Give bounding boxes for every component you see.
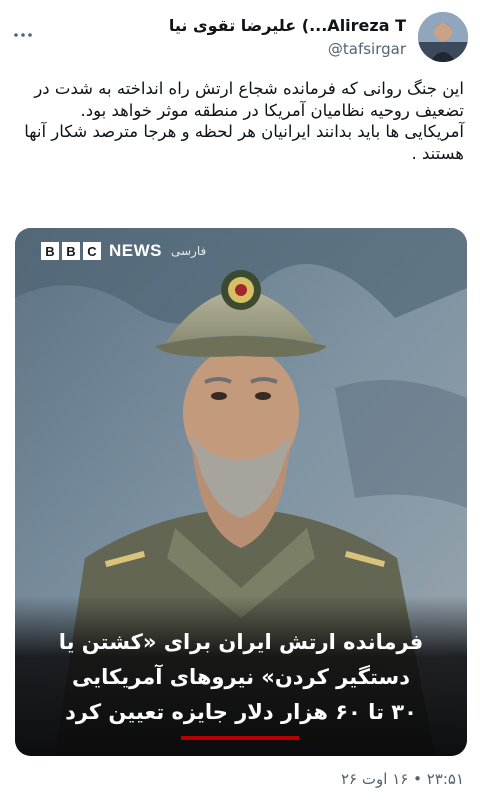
accent-underline xyxy=(181,736,299,740)
headline-line: فرمانده ارتش ایران برای «کشتن یا xyxy=(58,630,424,654)
headline-line: دستگیر کردن» نیروهای آمریکایی xyxy=(72,665,410,689)
tweet-paragraph: این جنگ روانی که فرمانده شجاع ارتش راه ا… xyxy=(34,79,464,120)
logo-letter: C xyxy=(83,242,101,260)
headline-line: ۳۰ تا ۶۰ هزار دلار جایزه تعیین کرد xyxy=(65,700,417,724)
author-handle[interactable]: @tafsirgar xyxy=(328,40,406,58)
logo-letter: B xyxy=(41,242,59,260)
logo-farsi: فارسی xyxy=(171,244,207,258)
tweet-media-image[interactable]: B B C NEWS فارسی فرمانده ارتش ایران برای… xyxy=(15,228,467,756)
tweet-header: علیرضا تقوی نیا (...Alireza T @tafsirgar xyxy=(0,0,480,70)
logo-news: NEWS xyxy=(109,241,162,260)
author-name[interactable]: علیرضا تقوی نیا (...Alireza T xyxy=(169,16,406,35)
tweet-paragraph: آمریکایی ها باید بدانند ایرانیان هر لحظه… xyxy=(24,122,464,163)
bbc-news-logo: B B C NEWS فارسی xyxy=(41,240,206,262)
tweet-text: این جنگ روانی که فرمانده شجاع ارتش راه ا… xyxy=(16,78,464,164)
headline-overlay: فرمانده ارتش ایران برای «کشتن یا دستگیر … xyxy=(15,596,467,756)
avatar[interactable] xyxy=(418,12,468,62)
headline: فرمانده ارتش ایران برای «کشتن یا دستگیر … xyxy=(31,625,451,730)
logo-letter: B xyxy=(62,242,80,260)
more-icon[interactable] xyxy=(12,24,34,46)
tweet-timestamp[interactable]: ۲۳:۵۱ • ۱۶ اوت ۲۶ xyxy=(341,770,464,788)
